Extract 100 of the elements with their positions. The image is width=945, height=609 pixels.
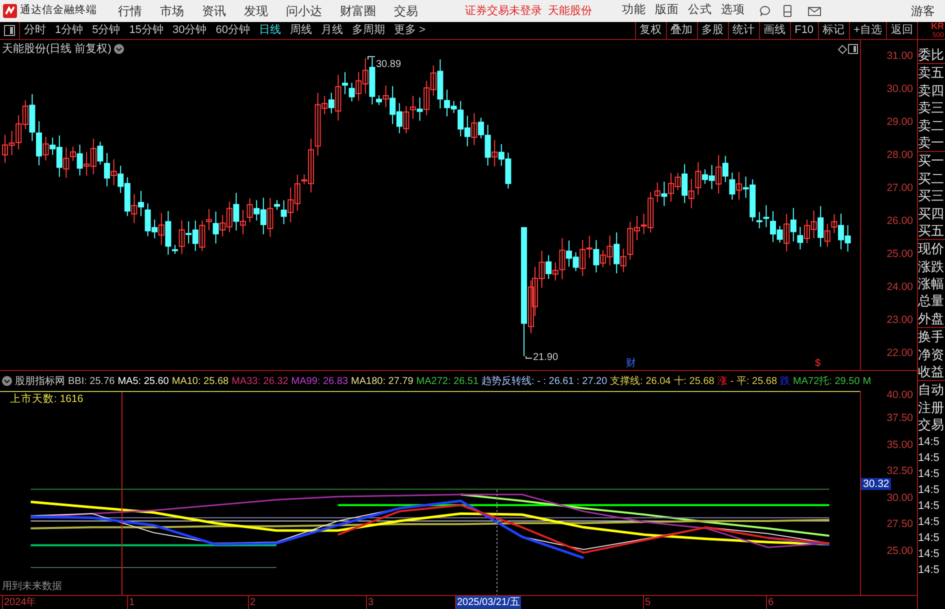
quote-field-label: 卖四 [918, 82, 945, 100]
menu-item[interactable]: 功能 [622, 2, 646, 20]
period-tab[interactable]: 多周期 [352, 22, 385, 39]
time-label: 14:5 [918, 482, 940, 498]
indicator-value: 趋势反转线: - : 26.61 : 27.20 [482, 374, 608, 388]
quote-field-label: 买四 [918, 204, 945, 222]
panel-toggle-icon[interactable] [848, 44, 858, 54]
indicator-value: MA72托: 29.50 [793, 374, 860, 388]
period-tab[interactable]: 月线 [321, 22, 343, 39]
falling-candle [328, 92, 334, 114]
axis-label: 40.00 [886, 389, 913, 401]
period-tab[interactable]: 日线 [259, 22, 281, 39]
corner-label: KR [931, 22, 944, 31]
menu-item[interactable]: 市场 [151, 2, 193, 20]
quote-field-label: 收益 [918, 363, 945, 380]
indicator-value: MA5: 25.60 [118, 374, 169, 388]
menu-item[interactable]: 交易 [385, 2, 427, 20]
menu-item[interactable]: 选项 [721, 2, 745, 20]
quote-field-label: 净资 [918, 346, 945, 364]
quote-field-label: 换手 [918, 328, 945, 346]
time-label: 14:5 [918, 466, 940, 482]
indicator-value: 十: 25.68 [674, 374, 714, 388]
rising-candle [110, 158, 117, 186]
period-tab[interactable]: 5分钟 [92, 22, 120, 39]
toolbar-button[interactable]: F10 [790, 22, 818, 39]
falling-candle [233, 192, 240, 232]
mail-icon[interactable] [808, 6, 821, 16]
time-label: 14:5 [918, 498, 940, 514]
menu-item[interactable]: 发现 [235, 2, 277, 20]
diamond-icon[interactable] [838, 45, 847, 54]
rising-candle [42, 136, 49, 161]
falling-candle [661, 181, 668, 206]
toolbar-button[interactable]: 统计 [728, 22, 759, 39]
event-marker: $ [815, 357, 821, 371]
chat-icon[interactable] [759, 5, 771, 17]
axis-label: 26.00 [886, 215, 913, 227]
indicator-value: MA33: 26.32 [232, 374, 288, 388]
phone-icon[interactable] [783, 5, 792, 17]
quote-field-label: 涨跌 [918, 258, 945, 276]
falling-candle [614, 232, 620, 274]
date-label: 1 [127, 596, 136, 609]
toolbar-button[interactable]: 复权 [634, 22, 666, 39]
toolbar-button[interactable]: 返回 [886, 22, 917, 39]
quote-field-label: 交易 [918, 416, 945, 434]
indicator-value: MA272: 26.51 [416, 374, 479, 388]
period-tab[interactable]: 15分钟 [129, 22, 164, 39]
low-price-label: 21.90 [533, 351, 558, 365]
app-title: 通达信金融终端 [20, 3, 97, 18]
toolbar-button[interactable]: 多股 [696, 22, 728, 39]
quote-field-label: 涨幅 [918, 275, 945, 292]
period-tab[interactable]: 周线 [290, 22, 312, 39]
indicator-value: M [862, 374, 872, 388]
toolbar-button[interactable]: 标记 [818, 22, 849, 39]
quote-field-label: 卖三 [918, 99, 945, 117]
rising-candle [267, 198, 274, 238]
time-label: 14:5 [918, 434, 940, 450]
indicator-value: - 平: 25.68 [730, 374, 778, 388]
axis-label: 30.00 [886, 492, 913, 504]
menu-item[interactable]: 问小达 [277, 2, 331, 20]
period-tab[interactable]: 更多 > [394, 22, 426, 39]
quote-field-label: 卖五 [918, 64, 945, 82]
axis-label: 25.00 [886, 248, 913, 260]
axis-label: 28.00 [886, 149, 913, 161]
rising-candle [492, 140, 498, 167]
period-tab[interactable]: 30分钟 [172, 22, 207, 39]
period-tab[interactable]: 1分钟 [55, 22, 84, 39]
date-label: 6 [766, 596, 775, 609]
indicator-value: MA99: 26.83 [291, 374, 348, 388]
axis-label: 30.00 [886, 83, 913, 95]
toolbar-button[interactable]: 叠加 [666, 22, 697, 39]
quote-field-label: 买二 [918, 170, 945, 188]
quote-field-label: 外盘 [918, 310, 945, 328]
user-label[interactable]: 游客 [911, 2, 935, 20]
menu-item[interactable]: 资讯 [193, 2, 235, 20]
listing-days-label: 上市天数: 1616 [10, 392, 84, 407]
menu-item[interactable]: 财富圈 [331, 2, 385, 20]
panel-toggle-icon[interactable] [4, 25, 15, 36]
future-data-note: 用到未来数据 [2, 580, 62, 594]
menu-item[interactable]: 行情 [109, 2, 151, 20]
indicator-value: MA180: 27.79 [351, 374, 414, 388]
menu-item[interactable]: 版面 [655, 2, 679, 20]
indicator-value: BBI: 25.76 [68, 374, 115, 388]
falling-candle [818, 206, 824, 248]
high-price-label: 30.89 [376, 58, 402, 72]
falling-candle [682, 164, 688, 204]
chevron-circle-icon[interactable] [114, 44, 124, 54]
stock-name-link[interactable]: 天能股份 [548, 2, 592, 20]
toolbar-button[interactable]: +自选 [848, 22, 886, 39]
time-label: 14:5 [918, 450, 940, 466]
toolbar-button[interactable]: 画线 [758, 22, 790, 39]
indicator-name[interactable]: 股朋指标网 [15, 374, 65, 388]
falling-candle [416, 96, 423, 122]
chevron-circle-icon[interactable] [2, 376, 12, 386]
indicator-value: MA10: 25.68 [172, 374, 229, 388]
menu-item[interactable]: 公式 [688, 2, 712, 20]
indicator-value: 支撑线: 26.04 [610, 374, 671, 388]
period-tab[interactable]: 分时 [24, 22, 46, 39]
period-tab[interactable]: 60分钟 [216, 22, 250, 39]
falling-candle [546, 254, 552, 280]
date-label: 2024年 [2, 596, 38, 609]
